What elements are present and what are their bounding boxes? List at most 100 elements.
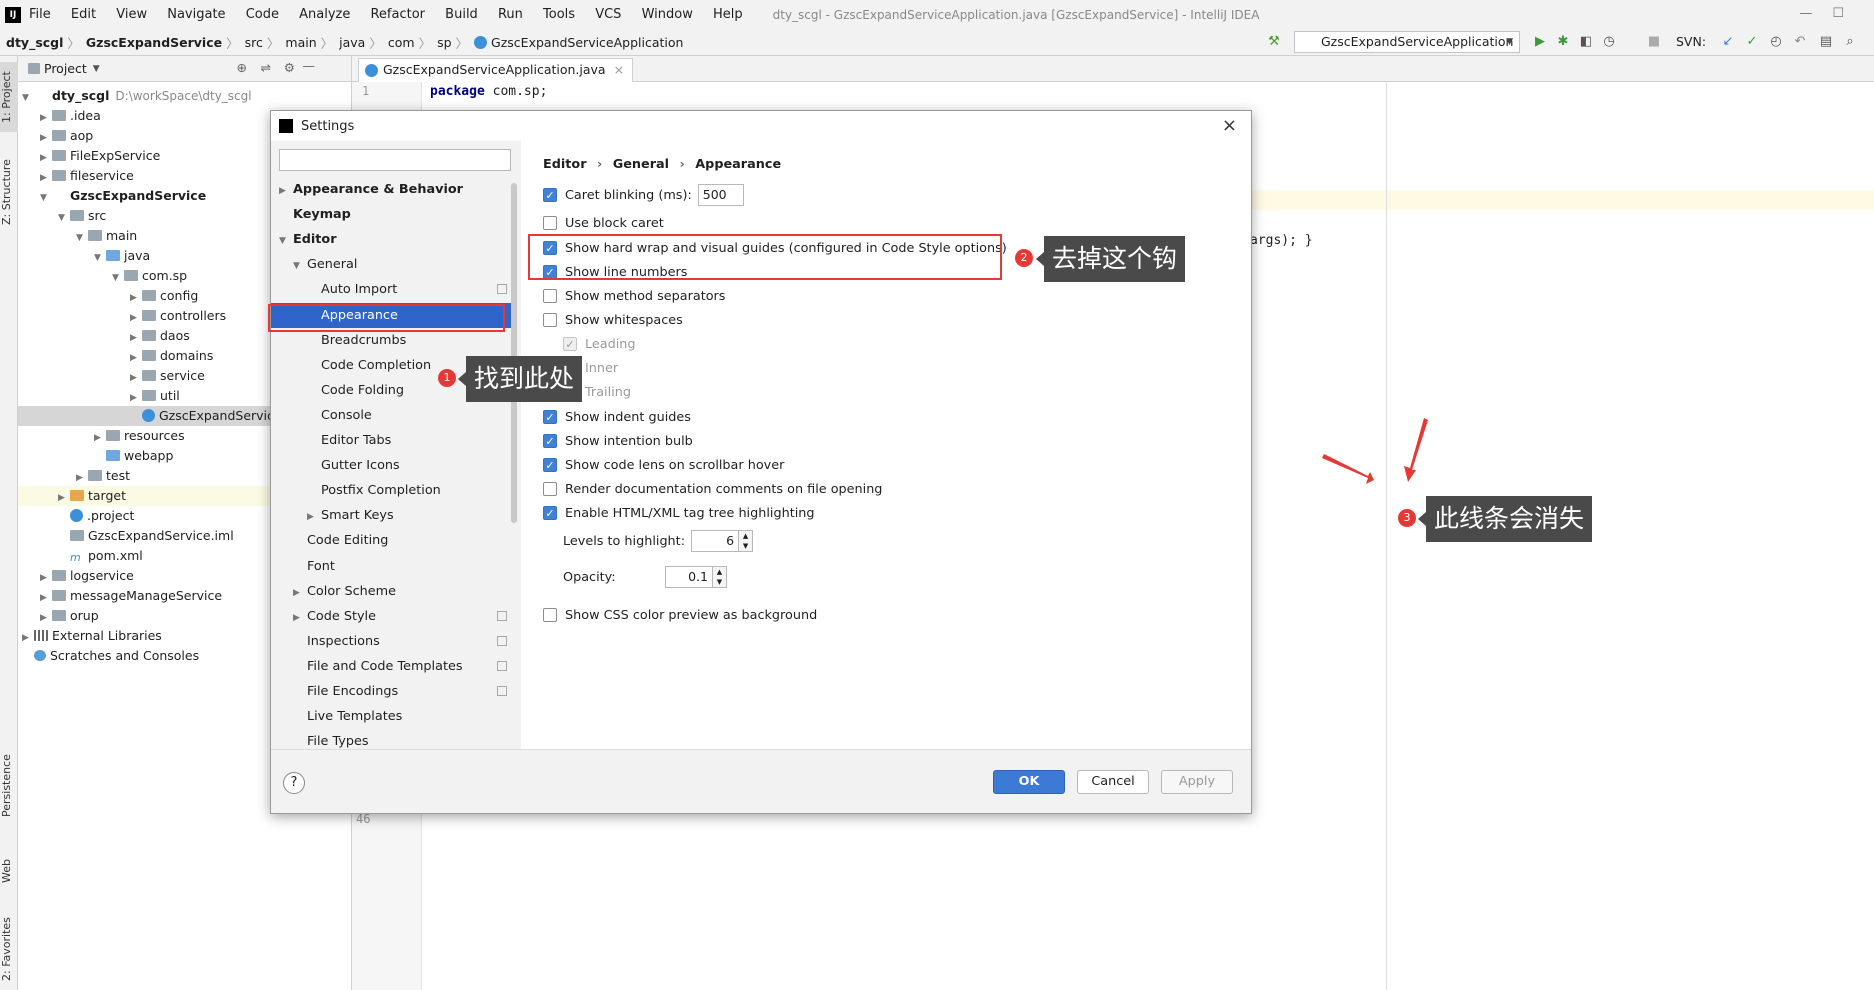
chevron-right-icon[interactable]: ▶ (40, 608, 52, 628)
chevron-right-icon[interactable]: ▶ (76, 468, 88, 488)
chevron-right-icon[interactable]: ▶ (40, 108, 52, 128)
chevron-right-icon[interactable]: ▶ (130, 328, 142, 348)
revert-icon[interactable]: ↶ (1792, 34, 1808, 50)
chevron-right-icon[interactable]: ▶ (130, 288, 142, 308)
persistence-tool-tab[interactable]: Persistence (0, 746, 18, 826)
coverage-icon[interactable]: ◧ (1578, 34, 1594, 50)
menu-build[interactable]: Build (445, 7, 478, 22)
chevron-down-icon[interactable]: ▼ (76, 228, 88, 248)
project-view-select[interactable]: Project (44, 61, 87, 76)
search-everywhere-icon[interactable]: ⌕ (1842, 34, 1858, 50)
levels-spinner[interactable]: ▲ ▼ (739, 530, 754, 552)
menu-edit[interactable]: Edit (71, 7, 96, 22)
chevron-down-icon[interactable]: ▼ (22, 88, 34, 108)
opacity-field[interactable]: 0.1 (665, 566, 713, 588)
close-tab-icon[interactable]: × (614, 62, 624, 77)
settings-nav-item[interactable]: ▶ Color Scheme (271, 579, 515, 604)
settings-nav-item[interactable]: Keymap (271, 202, 515, 227)
crumb-com[interactable]: com (388, 35, 415, 50)
settings-nav-item[interactable]: Live Templates (271, 704, 515, 729)
settings-nav-item[interactable]: Inspections (271, 629, 515, 654)
chevron-down-icon[interactable]: ▼ (94, 248, 106, 268)
menu-refactor[interactable]: Refactor (370, 7, 425, 22)
window-controls[interactable]: —☐ (1799, 6, 1864, 21)
method-separators-checkbox[interactable] (543, 289, 557, 303)
settings-nav-item[interactable]: File and Code Templates (271, 654, 515, 679)
settings-nav-item[interactable]: Console (271, 403, 515, 428)
menu-file[interactable]: File (29, 7, 51, 22)
nav-scrollbar[interactable] (511, 183, 517, 523)
chevron-down-icon[interactable]: ▼ (40, 188, 52, 208)
web-tool-tab[interactable]: Web (0, 846, 18, 896)
levels-field[interactable]: 6 (691, 530, 740, 552)
caret-blinking-field[interactable]: 500 (697, 184, 744, 206)
menu-code[interactable]: Code (246, 7, 279, 22)
settings-nav-item[interactable]: Code Editing (271, 528, 515, 553)
chevron-right-icon[interactable]: ▶ (130, 388, 142, 408)
tree-item[interactable]: ▼ dty_scgl D:\workSpace\dty_scgl (18, 86, 352, 106)
stop-icon[interactable]: ■ (1646, 34, 1662, 50)
settings-search-input[interactable] (279, 149, 511, 171)
debug-icon[interactable]: ✱ (1555, 34, 1571, 50)
ok-button[interactable]: OK (993, 770, 1065, 794)
chevron-down-icon[interactable]: ▼ (293, 254, 307, 279)
settings-nav-item[interactable]: File Types (271, 729, 515, 750)
chevron-right-icon[interactable]: ▶ (293, 581, 307, 606)
history-icon[interactable]: ◴ (1768, 34, 1784, 50)
chevron-right-icon[interactable]: ▶ (130, 308, 142, 328)
chevron-right-icon[interactable]: ▶ (40, 148, 52, 168)
chevron-right-icon[interactable]: ▶ (307, 505, 321, 530)
chevron-right-icon[interactable]: ▶ (94, 428, 106, 448)
project-structure-icon[interactable]: ▤ (1818, 34, 1834, 50)
run-icon[interactable]: ▶ (1532, 34, 1548, 50)
code-area[interactable]: package com.sp; (430, 82, 547, 102)
crumb-java[interactable]: java (339, 35, 365, 50)
svn-commit-icon[interactable]: ✓ (1744, 34, 1760, 50)
settings-nav-item[interactable]: Auto Import (271, 277, 515, 302)
chevron-right-icon[interactable]: ▶ (58, 488, 70, 508)
settings-nav-item[interactable]: ▼ General (271, 252, 515, 277)
run-configuration-select[interactable]: GzscExpandServiceApplication (1294, 31, 1520, 53)
hide-icon[interactable]: — (303, 58, 316, 73)
menu-tools[interactable]: Tools (543, 7, 575, 22)
chevron-right-icon[interactable]: ▶ (40, 568, 52, 588)
settings-nav-item[interactable]: Postfix Completion (271, 478, 515, 503)
crumb-main[interactable]: main (285, 35, 316, 50)
chevron-right-icon[interactable]: ▶ (40, 128, 52, 148)
leading-checkbox[interactable]: ✓ (563, 337, 577, 351)
indent-guides-checkbox[interactable]: ✓ (543, 410, 557, 424)
structure-tool-tab[interactable]: Z: Structure (0, 152, 18, 232)
close-icon[interactable]: × (1222, 115, 1237, 136)
chevron-down-icon[interactable]: ▼ (58, 208, 70, 228)
gear-icon[interactable]: ⚙ (284, 60, 295, 75)
menu-view[interactable]: View (116, 7, 147, 22)
chevron-down-icon[interactable]: ▼ (112, 268, 124, 288)
cancel-button[interactable]: Cancel (1077, 770, 1149, 794)
settings-nav-item[interactable]: Font (271, 554, 515, 579)
html-tag-tree-checkbox[interactable]: ✓ (543, 506, 557, 520)
menu-analyze[interactable]: Analyze (299, 7, 350, 22)
settings-nav-item[interactable]: ▶ Code Style (271, 604, 515, 629)
whitespaces-checkbox[interactable] (543, 313, 557, 327)
chevron-right-icon[interactable]: ▶ (279, 179, 293, 204)
settings-nav-item[interactable]: Gutter Icons (271, 453, 515, 478)
chevron-right-icon[interactable]: ▶ (293, 606, 307, 631)
profile-icon[interactable]: ◷ (1601, 34, 1617, 50)
chevron-right-icon[interactable]: ▶ (40, 588, 52, 608)
menu-window[interactable]: Window (642, 7, 693, 22)
settings-nav-item[interactable]: File Encodings (271, 679, 515, 704)
crumb-project[interactable]: dty_scgl (6, 35, 63, 50)
settings-nav-item[interactable]: ▶ Appearance & Behavior (271, 177, 515, 202)
apply-button[interactable]: Apply (1161, 770, 1233, 794)
chevron-right-icon[interactable]: ▶ (130, 348, 142, 368)
render-docs-checkbox[interactable] (543, 482, 557, 496)
collapse-icon[interactable]: ⇌ (261, 60, 271, 75)
locate-icon[interactable]: ⊕ (237, 60, 247, 75)
block-caret-checkbox[interactable] (543, 216, 557, 230)
crumb-module[interactable]: GzscExpandService (86, 35, 222, 50)
settings-nav-item[interactable]: ▶ Smart Keys (271, 503, 515, 528)
menu-navigate[interactable]: Navigate (167, 7, 225, 22)
svn-update-icon[interactable]: ↙ (1720, 34, 1736, 50)
crumb-src[interactable]: src (245, 35, 263, 50)
menu-run[interactable]: Run (498, 7, 523, 22)
